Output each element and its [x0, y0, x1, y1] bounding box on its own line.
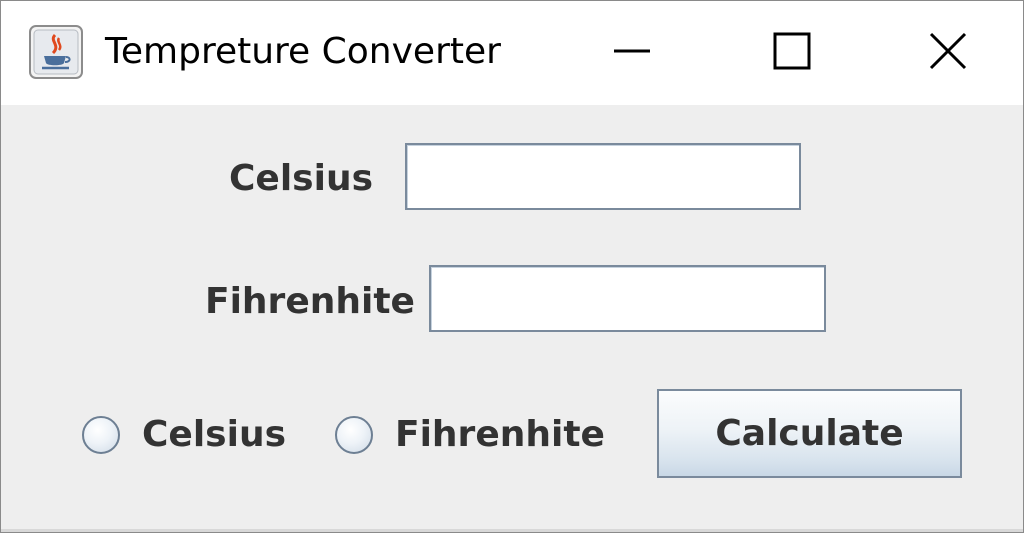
window-bottom-edge: [1, 529, 1023, 532]
calculate-button[interactable]: Calculate: [657, 389, 962, 478]
window-title: Tempreture Converter: [105, 31, 501, 72]
maximize-icon: [772, 31, 812, 75]
radio-label-celsius: Celsius: [142, 414, 286, 455]
radio-label-fahrenheit: Fihrenhite: [395, 414, 605, 455]
radio-button-icon[interactable]: [335, 415, 373, 454]
radio-option-celsius[interactable]: Celsius: [82, 414, 286, 455]
fahrenheit-label: Fihrenhite: [205, 281, 415, 322]
close-button[interactable]: [872, 1, 1023, 105]
radio-option-fahrenheit[interactable]: Fihrenhite: [335, 414, 605, 455]
java-app-icon: [29, 25, 83, 79]
radio-button-icon[interactable]: [82, 415, 120, 454]
title-bar[interactable]: Tempreture Converter: [1, 1, 1023, 105]
celsius-input[interactable]: [405, 143, 801, 210]
close-icon: [928, 31, 968, 75]
app-window: Tempreture Converter Celsius Fihrenhite …: [0, 0, 1024, 533]
maximize-button[interactable]: [712, 1, 872, 105]
minimize-button[interactable]: [552, 1, 712, 105]
fahrenheit-input[interactable]: [429, 265, 826, 332]
celsius-label: Celsius: [229, 158, 373, 199]
minimize-icon: [612, 31, 652, 75]
